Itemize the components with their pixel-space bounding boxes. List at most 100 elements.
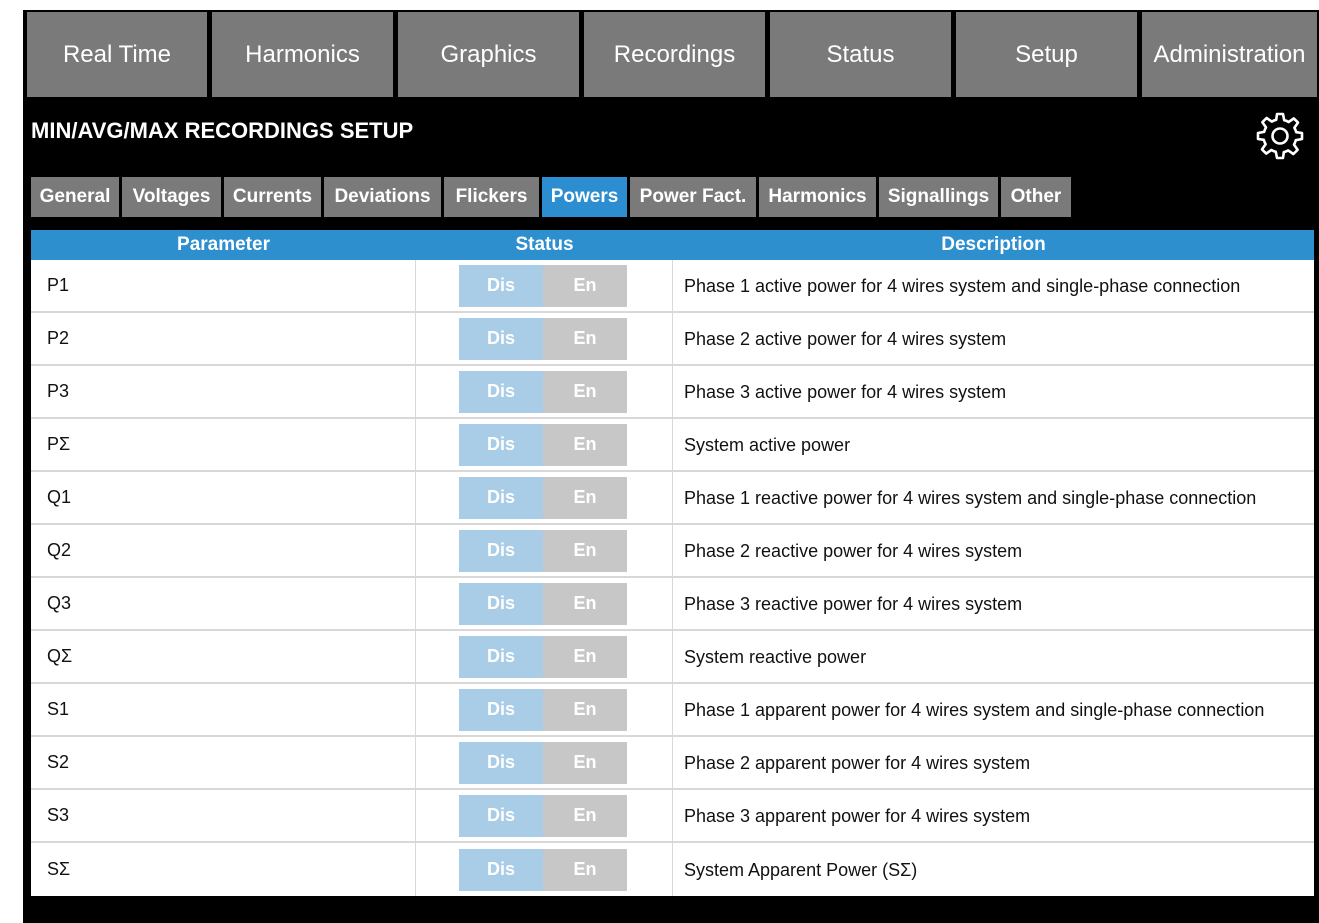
disable-button[interactable]: Dis <box>459 529 543 572</box>
enable-button[interactable]: En <box>543 264 627 307</box>
description-cell: Phase 3 reactive power for 4 wires syste… <box>684 593 1023 614</box>
parameter-cell: S3 <box>31 790 416 841</box>
disable-button[interactable]: Dis <box>459 741 543 784</box>
description-cell: Phase 1 reactive power for 4 wires syste… <box>684 487 1257 508</box>
nav-administration[interactable]: Administration <box>1142 12 1317 97</box>
parameter-cell: P1 <box>31 260 416 311</box>
status-toggle: Dis En <box>459 264 627 307</box>
enable-button[interactable]: En <box>543 635 627 678</box>
status-cell: Dis En <box>416 472 673 523</box>
status-toggle: Dis En <box>459 741 627 784</box>
enable-button[interactable]: En <box>543 370 627 413</box>
description-cell: Phase 1 apparent power for 4 wires syste… <box>684 699 1265 720</box>
sub-tabs: General Voltages Currents Deviations Fli… <box>31 177 1074 217</box>
tab-currents[interactable]: Currents <box>224 177 321 217</box>
description-cell: Phase 3 apparent power for 4 wires syste… <box>684 805 1031 826</box>
description-cell: System reactive power <box>684 646 867 667</box>
status-cell: Dis En <box>416 419 673 470</box>
description-cell: Phase 3 active power for 4 wires system <box>684 381 1007 402</box>
enable-button[interactable]: En <box>543 848 627 891</box>
table-row: P1 Dis En Phase 1 active power for 4 wir… <box>31 260 1314 313</box>
status-toggle: Dis En <box>459 794 627 837</box>
status-toggle: Dis En <box>459 635 627 678</box>
tab-voltages[interactable]: Voltages <box>122 177 221 217</box>
disable-button[interactable]: Dis <box>459 848 543 891</box>
table-row: PΣ Dis En System active power <box>31 419 1314 472</box>
status-toggle: Dis En <box>459 370 627 413</box>
status-cell: Dis En <box>416 313 673 364</box>
tab-deviations[interactable]: Deviations <box>324 177 441 217</box>
app-screen: Real Time Harmonics Graphics Recordings … <box>23 10 1319 923</box>
parameter-cell: S2 <box>31 737 416 788</box>
parameter-cell: Q2 <box>31 525 416 576</box>
description-cell: Phase 1 active power for 4 wires system … <box>684 275 1241 296</box>
table-row: Q3 Dis En Phase 3 reactive power for 4 w… <box>31 578 1314 631</box>
parameter-cell: P2 <box>31 313 416 364</box>
description-cell: Phase 2 apparent power for 4 wires syste… <box>684 752 1031 773</box>
parameter-cell: Q3 <box>31 578 416 629</box>
parameter-cell: SΣ <box>31 843 416 896</box>
status-cell: Dis En <box>416 684 673 735</box>
description-cell: Phase 2 active power for 4 wires system <box>684 328 1007 349</box>
nav-status[interactable]: Status <box>770 12 951 97</box>
nav-graphics[interactable]: Graphics <box>398 12 579 97</box>
table-row: P2 Dis En Phase 2 active power for 4 wir… <box>31 313 1314 366</box>
status-toggle: Dis En <box>459 423 627 466</box>
tab-harmonics[interactable]: Harmonics <box>759 177 876 217</box>
description-cell: System Apparent Power (SΣ) <box>684 859 918 880</box>
table-row: SΣ Dis En System Apparent Power (SΣ) <box>31 843 1314 896</box>
tab-general[interactable]: General <box>31 177 119 217</box>
table-row: S1 Dis En Phase 1 apparent power for 4 w… <box>31 684 1314 737</box>
enable-button[interactable]: En <box>543 529 627 572</box>
tab-signallings[interactable]: Signallings <box>879 177 998 217</box>
disable-button[interactable]: Dis <box>459 794 543 837</box>
table-row: S3 Dis En Phase 3 apparent power for 4 w… <box>31 790 1314 843</box>
status-cell: Dis En <box>416 260 673 311</box>
tab-flickers[interactable]: Flickers <box>444 177 539 217</box>
nav-harmonics[interactable]: Harmonics <box>212 12 393 97</box>
parameter-cell: Q1 <box>31 472 416 523</box>
enable-button[interactable]: En <box>543 476 627 519</box>
description-cell: Phase 2 reactive power for 4 wires syste… <box>684 540 1023 561</box>
parameter-cell: P3 <box>31 366 416 417</box>
nav-recordings[interactable]: Recordings <box>584 12 765 97</box>
header-description: Description <box>941 234 1046 255</box>
enable-button[interactable]: En <box>543 582 627 625</box>
powers-table: Parameter Status Description P1 Dis En P… <box>31 230 1314 896</box>
disable-button[interactable]: Dis <box>459 423 543 466</box>
page-frame: Real Time Harmonics Graphics Recordings … <box>0 0 1319 923</box>
disable-button[interactable]: Dis <box>459 635 543 678</box>
status-cell: Dis En <box>416 366 673 417</box>
parameter-cell: PΣ <box>31 419 416 470</box>
enable-button[interactable]: En <box>543 317 627 360</box>
status-toggle: Dis En <box>459 476 627 519</box>
table-row: Q1 Dis En Phase 1 reactive power for 4 w… <box>31 472 1314 525</box>
nav-real-time[interactable]: Real Time <box>27 12 207 97</box>
description-cell: System active power <box>684 434 851 455</box>
nav-setup[interactable]: Setup <box>956 12 1137 97</box>
status-toggle: Dis En <box>459 688 627 731</box>
status-toggle: Dis En <box>459 848 627 891</box>
enable-button[interactable]: En <box>543 688 627 731</box>
gear-icon[interactable] <box>1254 110 1306 162</box>
status-toggle: Dis En <box>459 582 627 625</box>
enable-button[interactable]: En <box>543 741 627 784</box>
enable-button[interactable]: En <box>543 794 627 837</box>
tab-power-fact[interactable]: Power Fact. <box>630 177 756 217</box>
disable-button[interactable]: Dis <box>459 688 543 731</box>
tab-other[interactable]: Other <box>1001 177 1071 217</box>
disable-button[interactable]: Dis <box>459 476 543 519</box>
table-row: QΣ Dis En System reactive power <box>31 631 1314 684</box>
status-toggle: Dis En <box>459 529 627 572</box>
disable-button[interactable]: Dis <box>459 370 543 413</box>
status-cell: Dis En <box>416 578 673 629</box>
status-toggle: Dis En <box>459 317 627 360</box>
parameter-cell: QΣ <box>31 631 416 682</box>
tab-powers[interactable]: Powers <box>542 177 627 217</box>
disable-button[interactable]: Dis <box>459 317 543 360</box>
enable-button[interactable]: En <box>543 423 627 466</box>
disable-button[interactable]: Dis <box>459 264 543 307</box>
header-parameter: Parameter <box>177 234 270 255</box>
table-row: S2 Dis En Phase 2 apparent power for 4 w… <box>31 737 1314 790</box>
disable-button[interactable]: Dis <box>459 582 543 625</box>
